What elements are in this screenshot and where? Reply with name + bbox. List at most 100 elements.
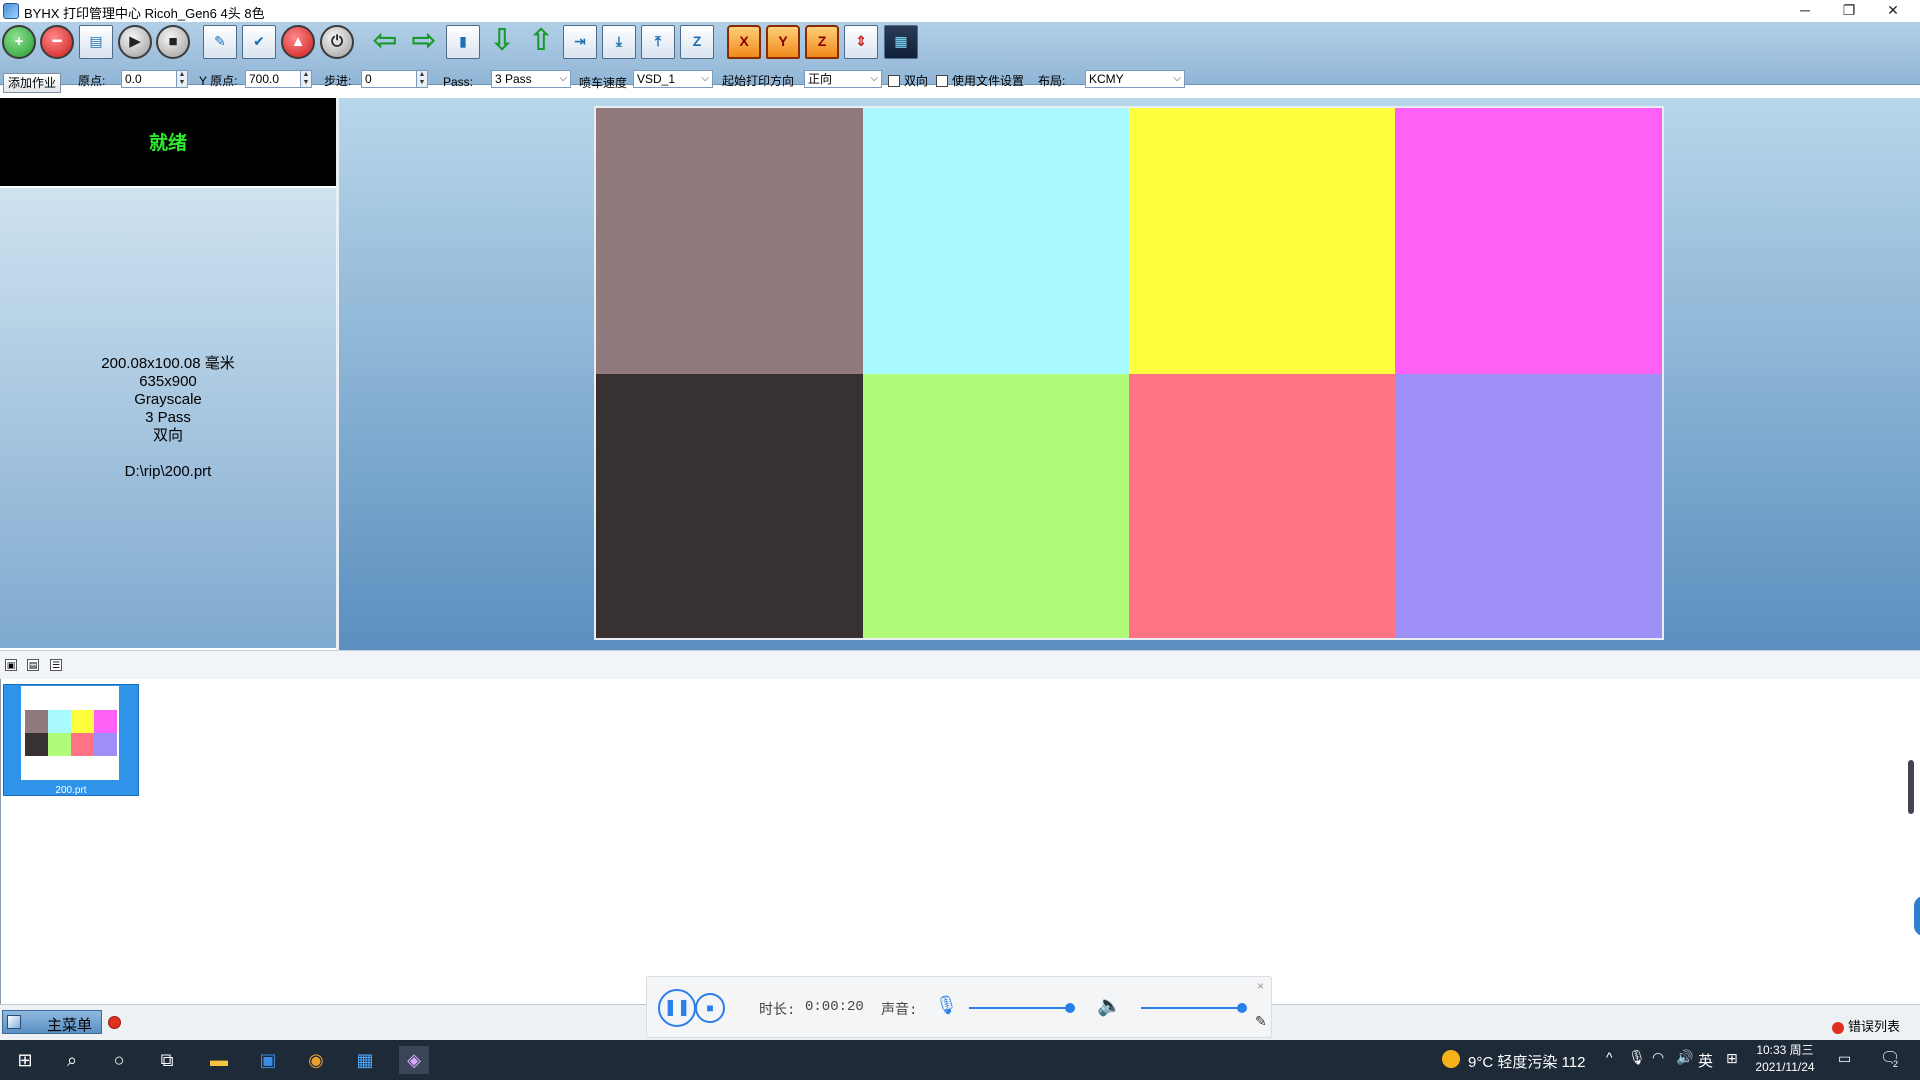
bidirectional-checkbox[interactable] xyxy=(888,75,900,87)
step-label: 步进: xyxy=(324,74,352,88)
clean-icon[interactable]: ✎ xyxy=(203,25,237,59)
step-spinner[interactable]: ▲ ▼ xyxy=(416,70,428,88)
thumb-swatch xyxy=(48,733,71,756)
thumb-swatch xyxy=(71,710,94,733)
pause-button[interactable]: ❚❚ xyxy=(658,989,696,1027)
start-icon[interactable]: ⊞ xyxy=(10,1046,40,1074)
status-text: 就绪 xyxy=(148,133,187,154)
clock[interactable]: 10:33 周三 2021/11/24 xyxy=(1750,1042,1820,1076)
chevron-down-icon: ⌵ xyxy=(701,73,709,84)
z-axis-icon[interactable]: Z xyxy=(680,25,714,59)
keyboard-layout-icon[interactable]: ⊞ xyxy=(1726,1050,1738,1067)
speed-label: 喷车速度 xyxy=(579,76,628,90)
color-swatch xyxy=(596,108,863,374)
settings-grid-icon[interactable]: ▦ xyxy=(884,25,918,59)
network-icon[interactable]: ◠ xyxy=(1652,1049,1664,1066)
color-swatch xyxy=(1129,108,1395,374)
file-explorer-icon[interactable]: ▬ xyxy=(204,1046,234,1074)
move-right-icon[interactable]: ⇨ xyxy=(407,25,441,59)
measure-icon[interactable]: ⇕ xyxy=(844,25,878,59)
print-manager-taskbar-icon[interactable]: ◈ xyxy=(399,1046,429,1074)
x-origin-input[interactable]: 0.0 xyxy=(121,70,183,88)
warning-icon[interactable] xyxy=(108,1016,121,1029)
media-down-icon[interactable]: ⤓ xyxy=(602,25,636,59)
thumb-swatch xyxy=(94,710,117,733)
stop-icon[interactable]: ■ xyxy=(156,25,190,59)
system-volume-slider[interactable] xyxy=(1141,1007,1241,1009)
home-x-icon[interactable]: X xyxy=(727,25,761,59)
printer-icon[interactable]: ▤ xyxy=(79,25,113,59)
speed-select[interactable]: VSD_1 ⌵ xyxy=(633,70,713,88)
color-swatch xyxy=(1395,108,1662,374)
feed-icon[interactable]: ⇥ xyxy=(563,25,597,59)
input-method[interactable]: 英 xyxy=(1698,1050,1713,1071)
thumbnail-view-icon[interactable]: ▣ xyxy=(5,659,17,671)
y-origin-input[interactable]: 700.0 xyxy=(245,70,307,88)
home-y-icon[interactable]: Y xyxy=(766,25,800,59)
app-store-icon[interactable]: ▦ xyxy=(350,1046,380,1074)
pen-icon[interactable]: ✎ xyxy=(1255,1013,1267,1030)
error-list-button[interactable]: 错误列表 xyxy=(1832,1016,1900,1035)
add-job-icon[interactable]: + xyxy=(2,25,36,59)
chevron-down-icon: ⌵ xyxy=(1173,73,1181,84)
minimize-button[interactable]: ─ xyxy=(1782,0,1828,22)
move-left-icon[interactable]: ⇦ xyxy=(368,25,402,59)
mic-volume-knob[interactable] xyxy=(1065,1003,1075,1013)
play-icon[interactable]: ▶ xyxy=(118,25,152,59)
job-path: D:\rip\200.prt xyxy=(124,463,212,480)
move-down-icon[interactable]: ⇩ xyxy=(485,25,519,59)
delete-icon[interactable]: ━ xyxy=(40,25,74,59)
pass-select-value: 3 Pass xyxy=(495,72,532,86)
list-view-icon[interactable]: ☰ xyxy=(50,659,62,671)
weather-text[interactable]: 9°C 轻度污染 112 xyxy=(1468,1051,1585,1072)
bidirectional-label: 双向 xyxy=(904,74,929,88)
emergency-stop-icon[interactable]: ▲ xyxy=(281,25,315,59)
weather-icon[interactable] xyxy=(1442,1050,1460,1068)
job-pass: 3 Pass xyxy=(145,409,191,426)
media-up-icon[interactable]: ⤒ xyxy=(641,25,675,59)
power-icon[interactable]: ⏻ xyxy=(320,25,354,59)
close-button[interactable]: ✕ xyxy=(1870,0,1916,22)
system-volume-knob[interactable] xyxy=(1237,1003,1247,1013)
notification-app-icon[interactable]: ▭ xyxy=(1838,1050,1851,1067)
floating-assistant-handle[interactable] xyxy=(1914,896,1920,936)
microphone-icon[interactable]: 🎙 xyxy=(935,995,958,1016)
search-icon[interactable]: ⌕ xyxy=(57,1046,87,1074)
thumb-swatch xyxy=(25,733,48,756)
use-file-settings-checkbox[interactable] xyxy=(936,75,948,87)
add-job-button[interactable]: 添加作业 xyxy=(3,73,61,93)
move-up-icon[interactable]: ⇧ xyxy=(524,25,558,59)
restore-button[interactable]: ❐ xyxy=(1826,0,1872,22)
check-icon[interactable]: ✔ xyxy=(242,25,276,59)
close-recorder-button[interactable]: × xyxy=(1257,979,1264,993)
detail-view-icon[interactable]: ▤ xyxy=(27,659,39,671)
job-size: 200.08x100.08 毫米 xyxy=(101,355,235,372)
task-view-icon[interactable]: ⧉ xyxy=(152,1046,182,1074)
speaker-icon[interactable]: 🔈 xyxy=(1097,993,1122,1018)
home-z-icon[interactable]: Z xyxy=(805,25,839,59)
main-menu-button[interactable]: 主菜单 xyxy=(2,1010,102,1034)
app-window-icon[interactable]: ▣ xyxy=(253,1046,283,1074)
layout-select[interactable]: KCMY ⌵ xyxy=(1085,70,1185,88)
thumb-swatch xyxy=(71,733,94,756)
direction-select[interactable]: 正向 ⌵ xyxy=(804,70,882,88)
chevron-up-icon[interactable]: ^ xyxy=(1606,1049,1613,1065)
job-thumbnail-image xyxy=(21,686,119,780)
carriage-icon[interactable]: ▮ xyxy=(446,25,480,59)
x-origin-spinner[interactable]: ▲ ▼ xyxy=(176,70,188,88)
volume-icon[interactable]: 🔊 xyxy=(1676,1049,1693,1066)
duration-value: 0:00:20 xyxy=(805,999,864,1015)
cortana-icon[interactable]: ○ xyxy=(104,1046,134,1074)
stop-recording-button[interactable]: ■ xyxy=(695,993,725,1023)
pass-select[interactable]: 3 Pass ⌵ xyxy=(491,70,571,88)
microphone-tray-icon[interactable]: 🎙 xyxy=(1628,1049,1646,1066)
thumb-swatch xyxy=(25,710,48,733)
clock-date: 2021/11/24 xyxy=(1755,1060,1815,1074)
job-list-scrollbar[interactable] xyxy=(1908,760,1914,814)
y-origin-spinner[interactable]: ▲ ▼ xyxy=(300,70,312,88)
direction-label: 起始打印方向 xyxy=(722,74,795,88)
step-input[interactable]: 0 xyxy=(361,70,423,88)
mic-volume-slider[interactable] xyxy=(969,1007,1069,1009)
app-owl-icon[interactable]: ◉ xyxy=(301,1046,331,1074)
x-origin-label: 原点: xyxy=(78,74,106,88)
